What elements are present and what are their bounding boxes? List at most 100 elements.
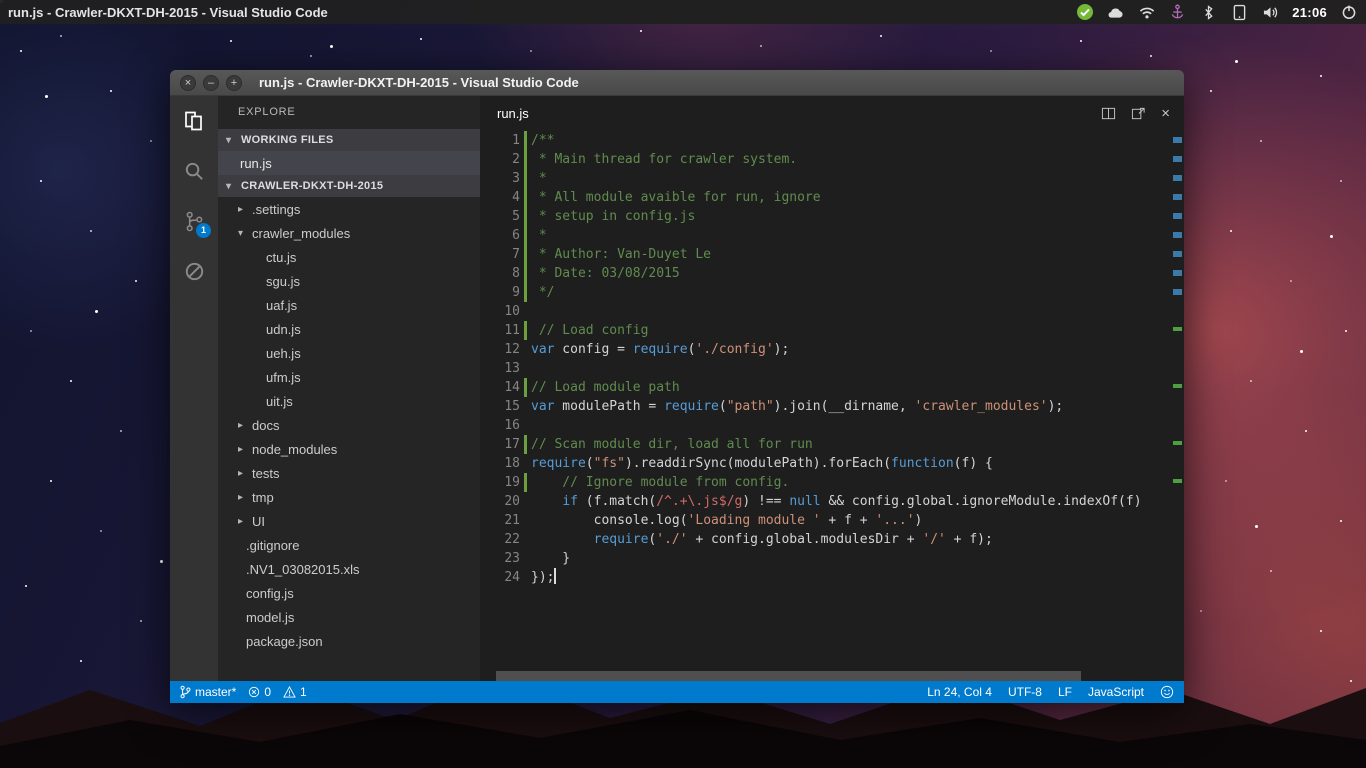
split-editor-icon[interactable] xyxy=(1101,106,1116,121)
file-package.json[interactable]: package.json xyxy=(218,629,480,653)
code-editor[interactable]: 1/**2 * Main thread for crawler system.3… xyxy=(480,131,1184,681)
file-sgu.js[interactable]: sgu.js xyxy=(218,269,480,293)
code-line-6[interactable]: 6 * xyxy=(480,226,1184,245)
code-line-2[interactable]: 2 * Main thread for crawler system. xyxy=(480,150,1184,169)
tree-item-label: udn.js xyxy=(266,322,301,337)
updates-ok-icon[interactable] xyxy=(1075,2,1094,22)
code-line-7[interactable]: 7 * Author: Van-Duyet Le xyxy=(480,245,1184,264)
tablet-icon[interactable] xyxy=(1230,2,1249,22)
folder-.settings[interactable]: ▸.settings xyxy=(218,197,480,221)
file-udn.js[interactable]: udn.js xyxy=(218,317,480,341)
window-minimize-button[interactable]: – xyxy=(203,75,219,91)
file-ufm.js[interactable]: ufm.js xyxy=(218,365,480,389)
activitybar-explorer[interactable] xyxy=(170,96,218,146)
window-close-button[interactable]: × xyxy=(180,75,196,91)
git-gutter-indicator xyxy=(524,245,527,264)
chevron-right-icon: ▸ xyxy=(238,492,248,503)
code-text: // Scan module dir, load all for run xyxy=(531,435,813,454)
code-line-21[interactable]: 21 console.log('Loading module ' + f + '… xyxy=(480,511,1184,530)
file-config.js[interactable]: config.js xyxy=(218,581,480,605)
cursor-position[interactable]: Ln 24, Col 4 xyxy=(927,685,992,699)
section-working-files[interactable]: ▾ WORKING FILES xyxy=(218,129,480,151)
file-model.js[interactable]: model.js xyxy=(218,605,480,629)
file-.NV1_03082015.xls[interactable]: .NV1_03082015.xls xyxy=(218,557,480,581)
code-line-20[interactable]: 20 if (f.match(/^.+\.js$/g) !== null && … xyxy=(480,492,1184,511)
code-line-24[interactable]: 24}); xyxy=(480,568,1184,587)
tree-item-label: model.js xyxy=(246,610,294,625)
activitybar-debug[interactable] xyxy=(170,246,218,296)
folder-docs[interactable]: ▸docs xyxy=(218,413,480,437)
window-maximize-button[interactable]: + xyxy=(226,75,242,91)
code-line-15[interactable]: 15var modulePath = require("path").join(… xyxy=(480,397,1184,416)
code-line-17[interactable]: 17 // Scan module dir, load all for run xyxy=(480,435,1184,454)
horizontal-scrollbar[interactable] xyxy=(494,671,1168,681)
feedback-smiley-icon[interactable] xyxy=(1160,685,1174,699)
git-gutter-indicator xyxy=(524,530,527,549)
branch-name: master* xyxy=(195,685,236,699)
folder-tests[interactable]: ▸tests xyxy=(218,461,480,485)
code-line-8[interactable]: 8 * Date: 03/08/2015 xyxy=(480,264,1184,283)
volume-icon[interactable] xyxy=(1261,2,1280,22)
code-line-10[interactable]: 10 xyxy=(480,302,1184,321)
file-uaf.js[interactable]: uaf.js xyxy=(218,293,480,317)
git-gutter-indicator xyxy=(524,397,527,416)
close-icon[interactable]: × xyxy=(1161,106,1170,121)
tab-run-js[interactable]: run.js xyxy=(497,106,529,121)
working-file-run-js[interactable]: run.js xyxy=(218,151,480,175)
encoding-indicator[interactable]: UTF-8 xyxy=(1008,685,1042,699)
git-gutter-indicator xyxy=(524,492,527,511)
code-line-22[interactable]: 22 require('./' + config.global.modulesD… xyxy=(480,530,1184,549)
code-line-13[interactable]: 13 xyxy=(480,359,1184,378)
code-line-5[interactable]: 5 * setup in config.js xyxy=(480,207,1184,226)
line-number: 17 xyxy=(480,435,520,454)
file-ctu.js[interactable]: ctu.js xyxy=(218,245,480,269)
anchor-indicator-icon[interactable] xyxy=(1168,2,1187,22)
git-gutter-indicator xyxy=(524,435,527,454)
line-number: 20 xyxy=(480,492,520,511)
code-line-18[interactable]: 18require("fs").readdirSync(modulePath).… xyxy=(480,454,1184,473)
warning-count[interactable]: 1 xyxy=(283,685,307,699)
code-line-16[interactable]: 16 xyxy=(480,416,1184,435)
window-titlebar[interactable]: ×–+ run.js - Crawler-DKXT-DH-2015 - Visu… xyxy=(170,70,1184,96)
weather-cloud-icon[interactable] xyxy=(1106,2,1125,22)
section-project[interactable]: ▾ CRAWLER-DKXT-DH-2015 xyxy=(218,175,480,197)
file-.gitignore[interactable]: .gitignore xyxy=(218,533,480,557)
bluetooth-icon[interactable] xyxy=(1199,2,1218,22)
folder-UI[interactable]: ▸UI xyxy=(218,509,480,533)
error-count[interactable]: 0 xyxy=(248,685,271,699)
panel-clock[interactable]: 21:06 xyxy=(1292,5,1327,20)
line-number: 8 xyxy=(480,264,520,283)
folder-crawler_modules[interactable]: ▾crawler_modules xyxy=(218,221,480,245)
eol-indicator[interactable]: LF xyxy=(1058,685,1072,699)
tree-item-label: uaf.js xyxy=(266,298,297,313)
folder-tmp[interactable]: ▸tmp xyxy=(218,485,480,509)
code-line-19[interactable]: 19 // Ignore module from config. xyxy=(480,473,1184,492)
wifi-icon[interactable] xyxy=(1137,2,1156,22)
git-branch-status[interactable]: master* xyxy=(180,685,236,699)
ruler-mark xyxy=(1173,327,1182,331)
activitybar-git[interactable]: 1 xyxy=(170,196,218,246)
ruler-mark xyxy=(1173,479,1182,483)
sidebar-title: EXPLORE xyxy=(218,96,480,129)
code-line-12[interactable]: 12var config = require('./config'); xyxy=(480,340,1184,359)
open-preview-icon[interactable] xyxy=(1131,106,1146,121)
line-number: 1 xyxy=(480,131,520,150)
code-line-11[interactable]: 11 // Load config xyxy=(480,321,1184,340)
power-icon[interactable] xyxy=(1339,2,1358,22)
code-line-1[interactable]: 1/** xyxy=(480,131,1184,150)
code-line-9[interactable]: 9 */ xyxy=(480,283,1184,302)
language-mode[interactable]: JavaScript xyxy=(1088,685,1144,699)
folder-node_modules[interactable]: ▸node_modules xyxy=(218,437,480,461)
code-line-23[interactable]: 23 } xyxy=(480,549,1184,568)
code-line-14[interactable]: 14// Load module path xyxy=(480,378,1184,397)
line-number: 21 xyxy=(480,511,520,530)
git-gutter-indicator xyxy=(524,359,527,378)
file-ueh.js[interactable]: ueh.js xyxy=(218,341,480,365)
scrollbar-thumb[interactable] xyxy=(496,671,1081,681)
code-line-3[interactable]: 3 * xyxy=(480,169,1184,188)
activitybar-search[interactable] xyxy=(170,146,218,196)
file-uit.js[interactable]: uit.js xyxy=(218,389,480,413)
debug-icon xyxy=(182,259,207,284)
code-line-4[interactable]: 4 * All module avaible for run, ignore xyxy=(480,188,1184,207)
overview-ruler[interactable] xyxy=(1170,131,1184,681)
